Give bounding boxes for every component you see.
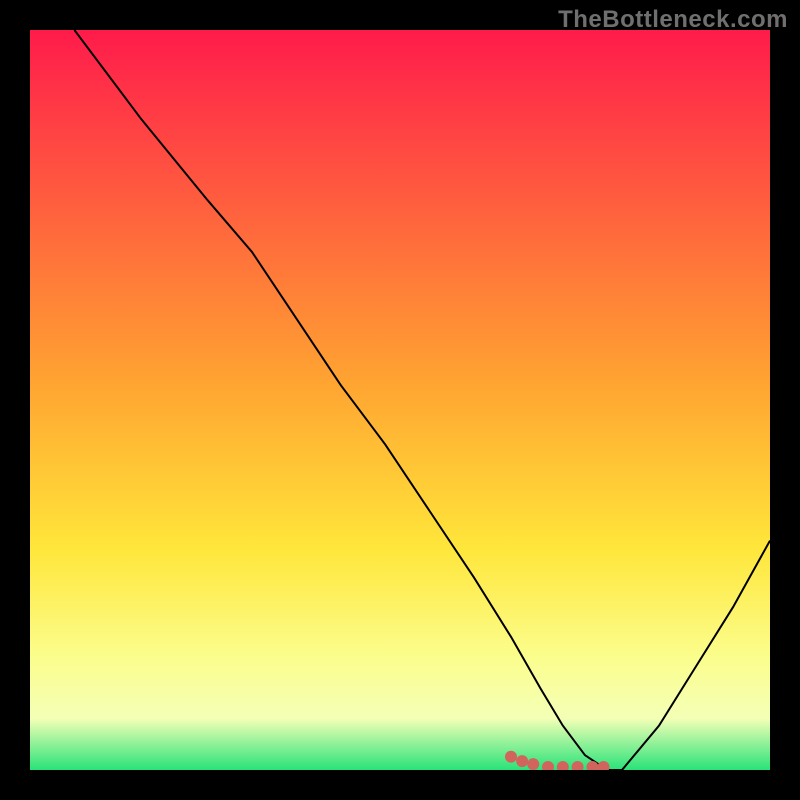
chart-frame — [30, 30, 770, 770]
highlight-dot — [516, 755, 528, 767]
highlight-dot — [505, 751, 517, 763]
bottleneck-chart — [30, 30, 770, 770]
watermark-text: TheBottleneck.com — [558, 6, 788, 34]
gradient-background — [30, 30, 770, 770]
highlight-dot — [527, 758, 539, 770]
